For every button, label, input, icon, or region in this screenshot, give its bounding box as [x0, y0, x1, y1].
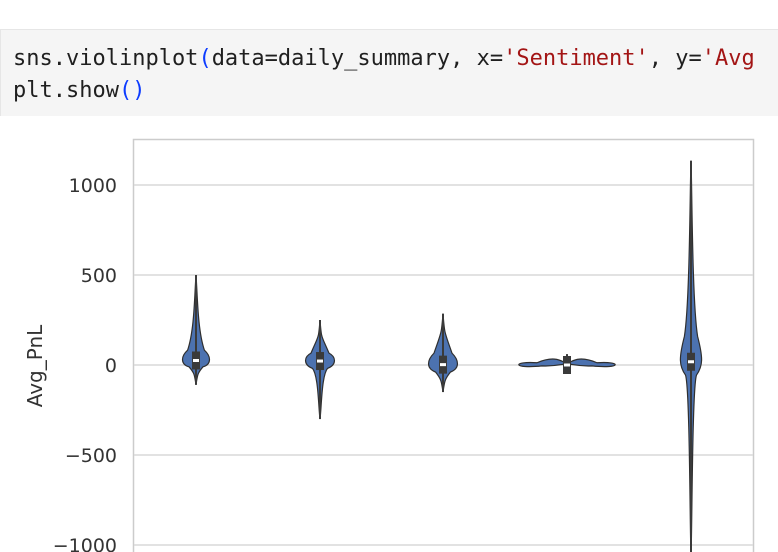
y-tick-labels: 1000 500 0 −500 −1000 — [53, 175, 117, 552]
code-args: data=daily_summary, x= — [211, 46, 504, 71]
code-string-y: 'Avg — [701, 46, 755, 71]
code-cell[interactable]: sns.violinplot(data=daily_summary, x='Se… — [0, 29, 778, 116]
y-tick-label: 500 — [81, 265, 117, 287]
y-tick-label: −500 — [65, 445, 117, 467]
violin-median — [440, 363, 446, 367]
violin-median — [317, 359, 323, 363]
violin-median — [688, 360, 694, 364]
violin-median — [193, 359, 199, 362]
notebook-page: sns.violinplot(data=daily_summary, x='Se… — [0, 0, 778, 552]
y-axis-label: Avg_PnL — [23, 324, 47, 407]
code-paren: ( — [198, 46, 212, 71]
code-paren: () — [118, 78, 146, 103]
violin-median — [564, 363, 570, 367]
violin-chart: 1000 500 0 −500 −1000 Avg_PnL — [23, 138, 755, 552]
code-args: , y= — [648, 46, 702, 71]
code-call: sns.violinplot — [13, 46, 199, 71]
y-tick-label: −1000 — [53, 535, 117, 552]
code-call: plt.show — [13, 78, 119, 103]
code-line-2: plt.show() — [13, 75, 145, 107]
cell-output: 1000 500 0 −500 −1000 Avg_PnL — [0, 116, 778, 552]
code-string-x: 'Sentiment' — [503, 46, 649, 71]
y-tick-label: 0 — [105, 355, 117, 377]
code-line-1: sns.violinplot(data=daily_summary, x='Se… — [13, 43, 755, 75]
y-tick-label: 1000 — [69, 175, 117, 197]
